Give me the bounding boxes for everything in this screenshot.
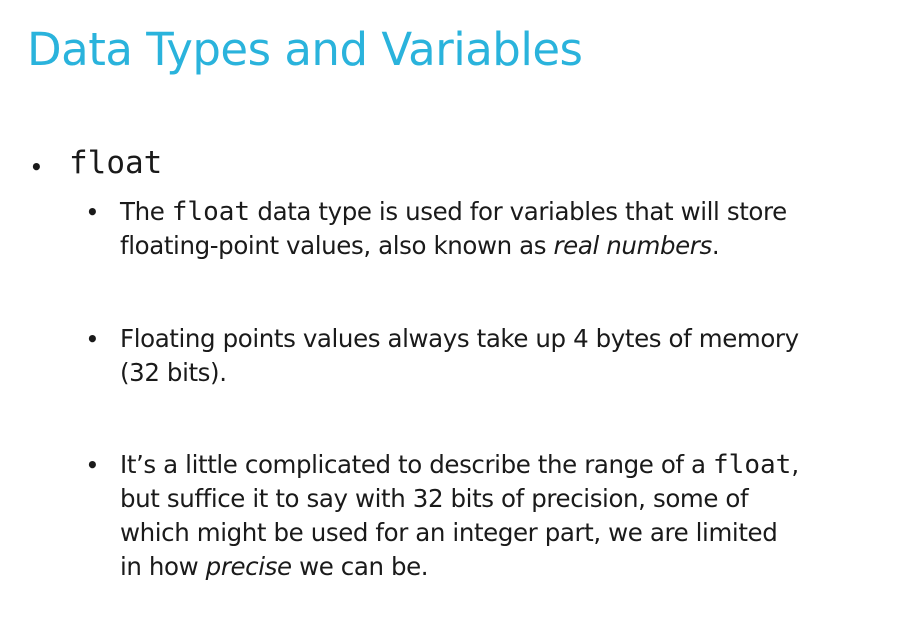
sub-bullet-text: It’s a little complicated to describe th… (120, 448, 916, 584)
slide-title: Data Types and Variables (27, 23, 583, 76)
text-segment: data type is used for variables that wil… (250, 197, 787, 226)
sub-bullet-text: Floating points values always take up 4 … (120, 322, 916, 390)
slide: Data Types and Variables • float • The f… (0, 0, 921, 626)
inline-code: float (171, 197, 251, 227)
text-line: It’s a little complicated to describe th… (120, 448, 916, 482)
text-segment: It’s a little complicated to describe th… (120, 450, 714, 479)
text-line: in how precise we can be. (120, 550, 916, 584)
text-segment: The (120, 197, 172, 226)
bullet-float-code: float (69, 145, 163, 181)
text-line: Floating points values always take up 4 … (120, 324, 799, 353)
text-line: which might be used for an integer part,… (120, 518, 778, 547)
text-line: but suffice it to say with 32 bits of pr… (120, 484, 749, 513)
sub-bullet-data-type: • The float data type is used for variab… (86, 195, 916, 263)
inline-code: float (713, 450, 792, 480)
sub-bullet-range: • It’s a little complicated to describe … (86, 448, 916, 584)
text-line: floating-point values, also known as rea… (120, 229, 916, 263)
bullet-marker: • (86, 327, 99, 351)
text-segment: in how (120, 552, 206, 581)
text-segment: , (791, 450, 799, 479)
text-segment: we can be. (291, 552, 429, 581)
emphasis-text: real numbers (553, 231, 713, 260)
text-segment: floating-point values, also known as (120, 231, 554, 260)
text-line: The float data type is used for variable… (120, 195, 916, 229)
text-segment: . (711, 231, 720, 260)
text-line: (32 bits). (120, 358, 227, 387)
sub-bullet-memory-size: • Floating points values always take up … (86, 322, 916, 390)
bullet-marker: • (86, 200, 99, 224)
bullet-marker: • (30, 155, 43, 179)
emphasis-text: precise (205, 552, 292, 581)
bullet-marker: • (86, 453, 99, 477)
sub-bullet-text: The float data type is used for variable… (120, 195, 916, 263)
